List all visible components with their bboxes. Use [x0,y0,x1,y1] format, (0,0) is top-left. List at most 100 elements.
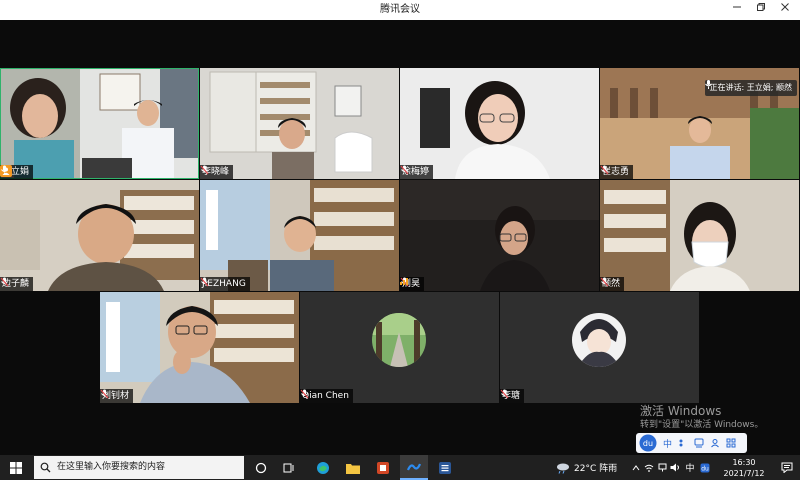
video-feed [200,180,399,291]
name-label: Qian Chen [300,389,353,403]
window-title: 腾讯会议 [380,4,420,15]
wifi-button[interactable] [643,455,655,480]
microphone-icon [704,80,712,89]
weather-widget[interactable]: 22°C 阵雨 [556,455,626,480]
grid-menu-icon[interactable] [726,438,736,448]
ime-tray-icon: du [700,463,710,472]
speaking-text: 正在讲话: 王立娟; 颛然 [709,83,792,92]
avatar [572,313,626,367]
close-button[interactable] [774,0,796,20]
edge-app[interactable] [310,455,336,480]
tencent-meeting-app[interactable] [400,455,428,480]
chevron-up-icon [632,464,640,470]
video-tile[interactable]: JIEZHANG [200,180,399,291]
volume-button[interactable] [669,455,681,480]
rain-cloud-icon [557,463,569,474]
activation-subtitle: 转到"设置"以激活 Windows。 [640,420,764,430]
powerpoint-icon [377,461,389,474]
name-label: JIEZHANG [200,277,250,291]
edge-icon [317,461,329,474]
microphone-muted-icon [400,165,409,175]
powerpoint-app[interactable] [370,455,396,480]
network-button[interactable] [656,455,668,480]
video-feed [400,180,599,291]
video-feed [600,180,799,291]
video-tile[interactable]: 王立娟 [0,68,199,179]
name-label: 荆昊 [400,277,425,291]
windows-logo-icon [10,461,22,474]
clock[interactable]: 16:30 2021/7/12 [712,457,776,479]
microphone-muted-icon [300,389,309,399]
video-tile[interactable]: 正在讲话: 王立娟; 颛然 崔志勇 [600,68,799,179]
participant-name: Qian Chen [302,391,349,401]
microphone-muted-icon [200,165,209,175]
name-label: 刘钊材 [100,389,134,403]
search-icon [40,462,51,473]
video-tile[interactable]: 荆昊 [400,180,599,291]
microphone-muted-icon [200,277,209,287]
minimize-button[interactable] [726,0,748,20]
ime-logo-text: du [643,439,653,448]
name-label: 边子麟 [0,277,34,291]
network-icon [658,463,666,472]
file-explorer-app[interactable] [340,455,366,480]
clock-date: 2021/7/12 [723,469,765,478]
start-button[interactable] [4,455,28,480]
avatar [372,313,426,367]
name-label: 李瑭 [500,389,525,403]
name-label: 王立娟 [0,165,34,179]
activation-title: 激活 Windows [640,404,722,418]
microphone-icon [1,165,8,175]
video-tile[interactable]: Qian Chen [300,292,499,403]
title-bar: 腾讯会议 [0,0,800,20]
video-tile[interactable]: 边子麟 [0,180,199,291]
punctuation-icon[interactable] [678,438,688,448]
microphone-muted-icon [600,277,609,287]
microphone-muted-icon [100,389,109,399]
cortana-icon [255,462,267,473]
word-app[interactable] [432,455,458,480]
folder-icon [346,463,360,474]
taskbar-search[interactable]: 在这里输入你要搜索的内容 [34,456,244,479]
video-feed [200,68,399,179]
speaker-icon [670,463,679,472]
microphone-muted-icon [500,389,509,399]
task-view-button[interactable] [278,455,300,480]
video-feed [0,180,199,291]
video-tile[interactable]: 李瑭 [500,292,699,403]
video-grid: 王立娟 李晓峰 涂梅婷 正在讲话: 王立娟; 颛然 崔志勇 边子麟 JIEZHA… [0,20,800,455]
wifi-icon [644,464,654,472]
ime-mode[interactable]: 中 [663,437,672,450]
user-icon[interactable] [710,438,720,448]
skin-icon[interactable] [694,438,704,448]
search-placeholder: 在这里输入你要搜索的内容 [57,462,166,472]
microphone-muted-icon [600,165,609,175]
cortana-button[interactable] [250,455,272,480]
clock-time: 16:30 [732,458,756,467]
video-feed [100,292,299,403]
name-label: 李晓峰 [200,165,234,179]
name-label: 颛然 [600,277,625,291]
restore-button[interactable] [750,0,772,20]
language-button[interactable]: 中 [683,455,697,480]
video-tile[interactable]: 涂梅婷 [400,68,599,179]
notification-center-button[interactable] [776,455,798,480]
video-tile[interactable]: 刘钊材 [100,292,299,403]
name-label: 崔志勇 [600,165,634,179]
tencent-meeting-icon [407,463,421,470]
ime-toolbar[interactable]: du 中 [636,433,747,453]
ime-tray-button[interactable]: du [699,455,711,480]
video-feed [0,68,199,179]
weather-text: 22°C 阵雨 [574,464,618,474]
tray-overflow-button[interactable] [630,455,642,480]
name-label: 涂梅婷 [400,165,434,179]
ime-logo-icon: du [639,434,657,452]
microphone-muted-icon [0,277,9,287]
video-tile[interactable]: 颛然 [600,180,799,291]
video-tile[interactable]: 李晓峰 [200,68,399,179]
notification-icon [781,462,793,473]
video-feed [400,68,599,179]
word-icon [439,461,451,474]
task-view-icon [283,463,294,472]
signal-strength-icon [400,278,408,285]
